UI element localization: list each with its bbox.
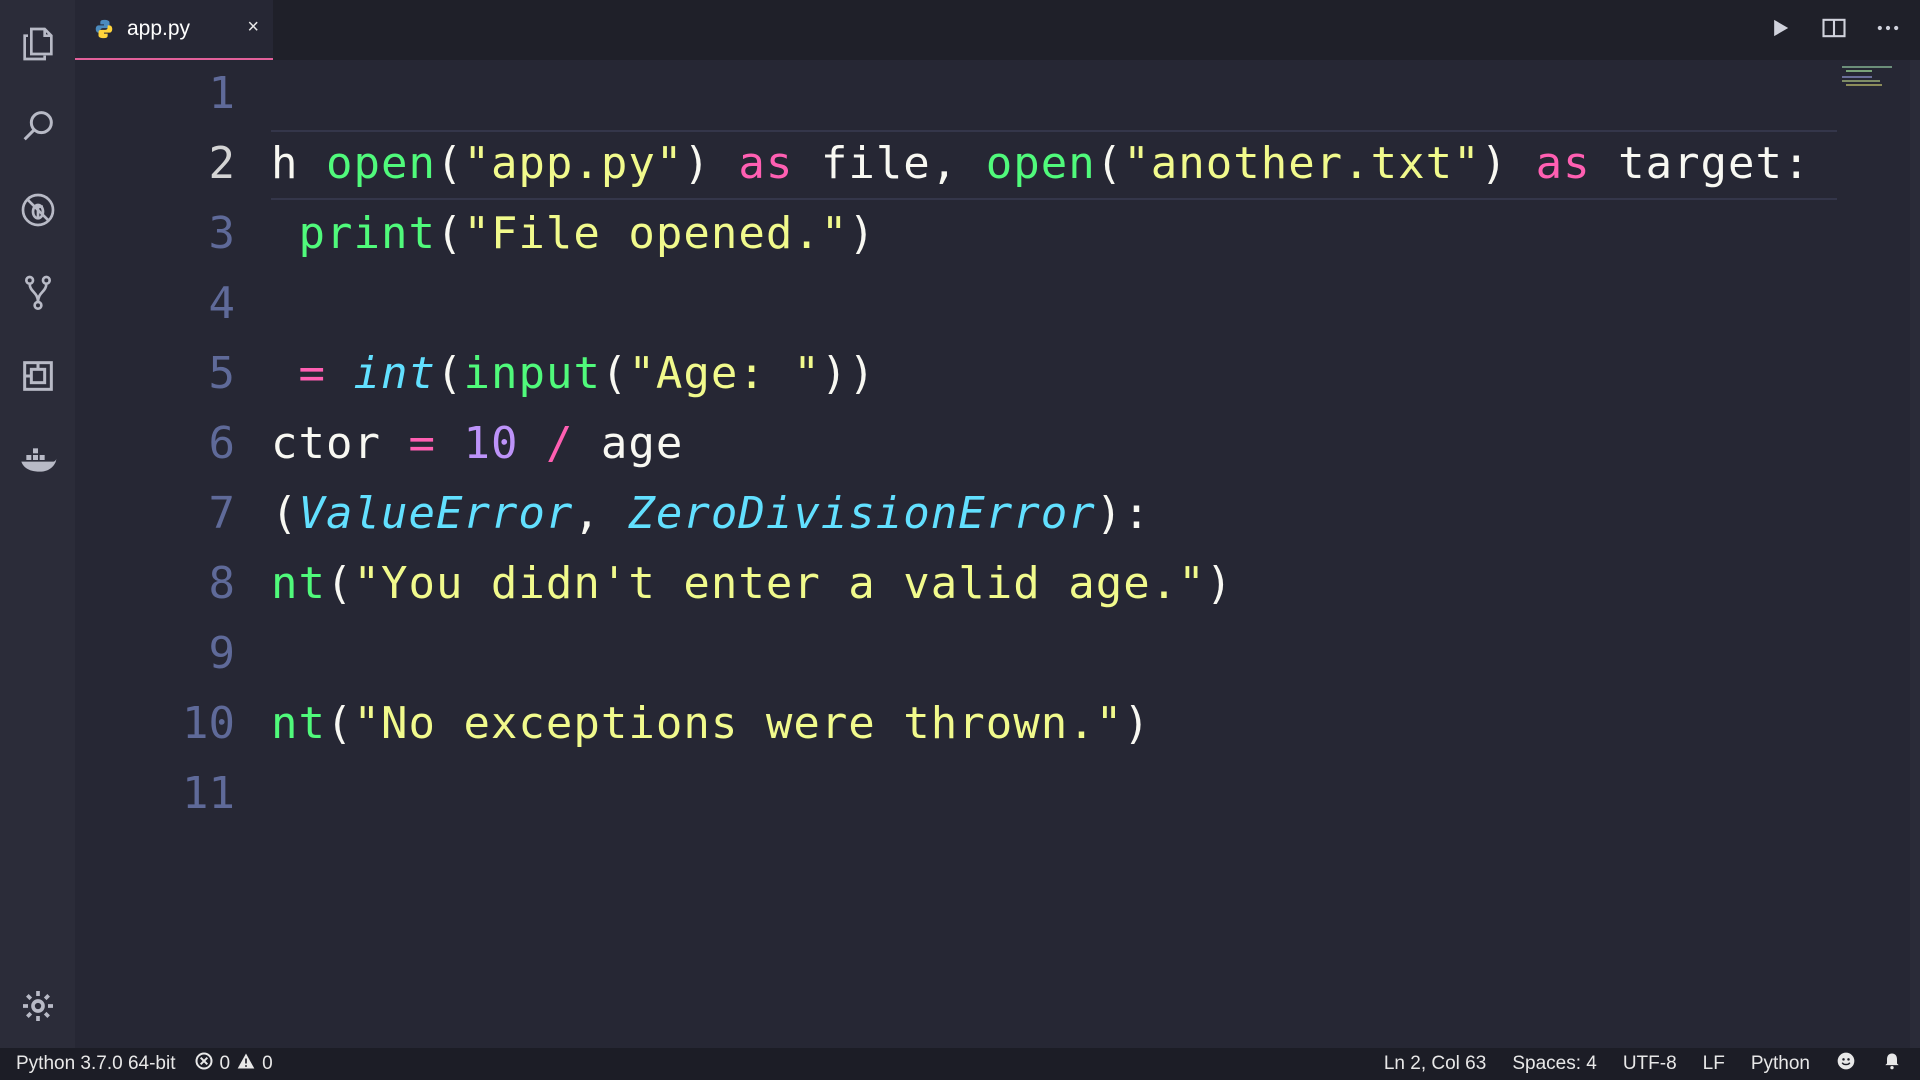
end-of-line[interactable]: LF	[1703, 1053, 1725, 1075]
editor-actions	[1766, 14, 1902, 47]
activity-bar	[0, 0, 75, 1048]
code-editor[interactable]: 1 2 3 4 5 6 7 8 9 10 11 h open("app.py")…	[75, 60, 1837, 1048]
line-number: 11	[182, 768, 235, 819]
tab-close-button[interactable]: ×	[247, 16, 259, 39]
editor-tab-bar: app.py ×	[75, 0, 1920, 60]
code-line-5: = int(input("Age: "))	[298, 348, 876, 399]
line-number: 8	[208, 558, 236, 609]
split-editor-icon[interactable]	[1820, 14, 1848, 47]
code-area[interactable]: h open("app.py") as file, open("another.…	[271, 60, 1837, 1048]
settings-gear-icon[interactable]	[0, 978, 75, 1034]
python-interpreter[interactable]: Python 3.7.0 64-bit	[16, 1053, 176, 1075]
error-icon	[194, 1051, 214, 1077]
code-line-3: print("File opened.")	[298, 208, 876, 259]
status-bar: Python 3.7.0 64-bit 0 0 Ln 2, Col 63 Spa…	[0, 1048, 1920, 1080]
cursor-position[interactable]: Ln 2, Col 63	[1384, 1053, 1486, 1075]
line-number: 10	[182, 698, 235, 749]
indentation[interactable]: Spaces: 4	[1512, 1053, 1597, 1075]
debug-icon[interactable]	[0, 182, 75, 238]
feedback-smiley-icon[interactable]	[1836, 1051, 1856, 1077]
line-number-gutter: 1 2 3 4 5 6 7 8 9 10 11	[75, 60, 235, 1048]
code-line-2: h open("app.py") as file, open("another.…	[271, 138, 1811, 189]
line-number-active: 2	[208, 138, 236, 189]
code-line-8: nt("You didn't enter a valid age.")	[271, 558, 1234, 609]
code-line-6: ctor = 10 / age	[271, 418, 684, 469]
code-line-7: (ValueError, ZeroDivisionError):	[271, 488, 1151, 539]
run-icon[interactable]	[1766, 14, 1794, 47]
warning-count: 0	[262, 1053, 273, 1074]
line-number: 5	[208, 348, 236, 399]
line-number: 9	[208, 628, 236, 679]
tab-label: app.py	[127, 17, 191, 40]
line-number: 3	[208, 208, 236, 259]
file-encoding[interactable]: UTF-8	[1623, 1053, 1677, 1075]
language-mode[interactable]: Python	[1751, 1053, 1810, 1075]
extensions-icon[interactable]	[0, 348, 75, 404]
notifications-bell-icon[interactable]	[1882, 1051, 1902, 1077]
line-number: 1	[208, 68, 236, 119]
error-count: 0	[219, 1053, 231, 1074]
warning-icon	[236, 1051, 256, 1077]
line-number: 4	[208, 278, 236, 329]
vertical-scrollbar[interactable]	[1910, 60, 1920, 1048]
explorer-icon[interactable]	[0, 16, 75, 72]
source-control-icon[interactable]	[0, 264, 75, 320]
line-number: 7	[208, 488, 236, 539]
docker-icon[interactable]	[0, 432, 75, 488]
more-actions-icon[interactable]	[1874, 14, 1902, 47]
problems-indicator[interactable]: 0 0	[194, 1051, 273, 1077]
python-file-icon	[95, 19, 113, 39]
code-line-10: nt("No exceptions were thrown.")	[271, 698, 1151, 749]
tab-app-py[interactable]: app.py ×	[75, 0, 273, 60]
search-icon[interactable]	[0, 98, 75, 154]
minimap[interactable]	[1832, 60, 1912, 1048]
line-number: 6	[208, 418, 236, 469]
